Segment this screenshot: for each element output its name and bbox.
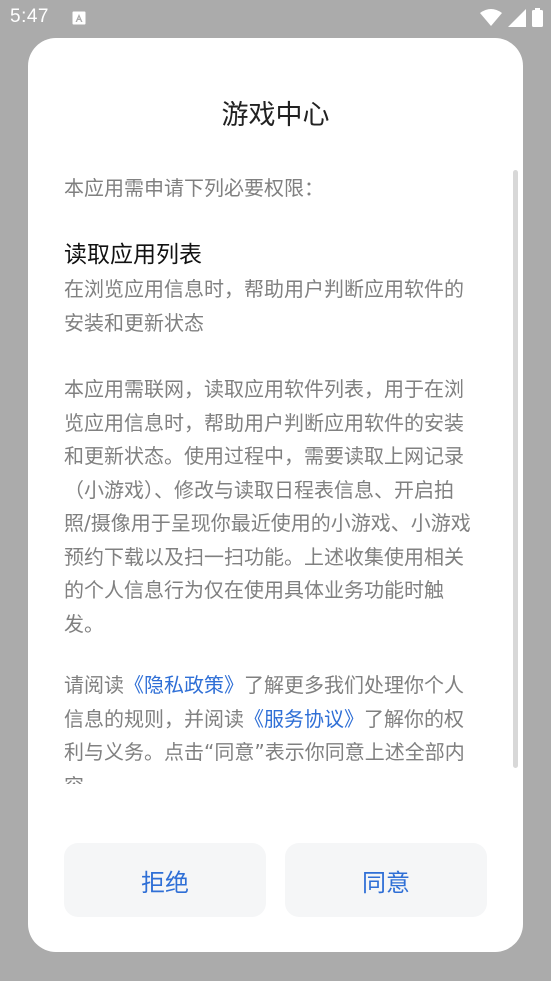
policy-prefix: 请阅读 (64, 673, 124, 697)
permission-intro: 本应用需申请下列必要权限： (64, 176, 324, 200)
signal-icon (508, 8, 526, 31)
privacy-policy-link[interactable]: 《隐私政策》 (124, 673, 244, 697)
scrollbar[interactable] (513, 170, 518, 768)
dialog-title: 游戏中心 (221, 100, 330, 131)
notification-a-icon (72, 10, 86, 25)
wifi-icon (480, 8, 502, 31)
permission-description: 在浏览应用信息时，帮助用户判断应用软件的安装和更新状态 (64, 277, 464, 335)
battery-icon (532, 8, 543, 31)
permission-title: 读取应用列表 (64, 242, 202, 268)
status-time: 5:47 (10, 6, 49, 27)
permission-explanation: 本应用需联网，读取应用软件列表，用于在浏览应用信息时，帮助用户判断应用软件的安装… (64, 377, 471, 636)
status-icons (480, 8, 543, 31)
agree-button[interactable]: 同意 (285, 843, 487, 917)
reject-button[interactable]: 拒绝 (64, 843, 266, 917)
dialog-scroll-content[interactable]: 本应用需申请下列必要权限： 读取应用列表 在浏览应用信息时，帮助用户判断应用软件… (64, 172, 480, 784)
policy-notice: 请阅读《隐私政策》了解更多我们处理你个人信息的规则，并阅读《服务协议》了解你的权… (64, 669, 480, 784)
service-agreement-link[interactable]: 《服务协议》 (244, 707, 364, 731)
status-bar: 5:47 (0, 0, 551, 36)
